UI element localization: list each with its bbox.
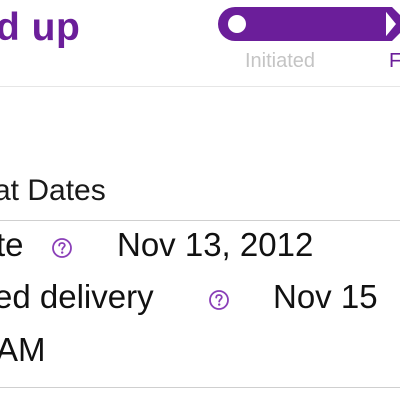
delivery-row-label: ed delivery bbox=[0, 278, 154, 315]
date-row-label: te bbox=[0, 226, 24, 263]
page-title: d up bbox=[0, 6, 81, 49]
date-row: te Nov 13, 2012 bbox=[0, 226, 400, 270]
question-circle-icon[interactable] bbox=[51, 237, 73, 259]
step-label-next: F bbox=[389, 50, 400, 72]
question-circle-icon[interactable] bbox=[208, 289, 230, 311]
order-status-page: d up Initiated F at Dates te Nov 13, 201… bbox=[0, 0, 400, 400]
step-label-initiated: Initiated bbox=[245, 50, 316, 72]
progress-tracker: Initiated F bbox=[218, 7, 400, 87]
delivery-row-value-continued: AM bbox=[0, 331, 46, 368]
header-divider bbox=[0, 86, 400, 87]
section-bottom-divider bbox=[0, 387, 400, 388]
section-divider bbox=[0, 220, 400, 221]
date-row-value: Nov 13, 2012 bbox=[117, 226, 314, 263]
progress-start-dot bbox=[228, 15, 246, 33]
dates-section-heading: at Dates bbox=[0, 174, 106, 207]
delivery-row-value: Nov 15 bbox=[273, 278, 378, 315]
chevron-right-icon bbox=[382, 7, 400, 41]
delivery-row: ed delivery Nov 15 bbox=[0, 278, 400, 322]
